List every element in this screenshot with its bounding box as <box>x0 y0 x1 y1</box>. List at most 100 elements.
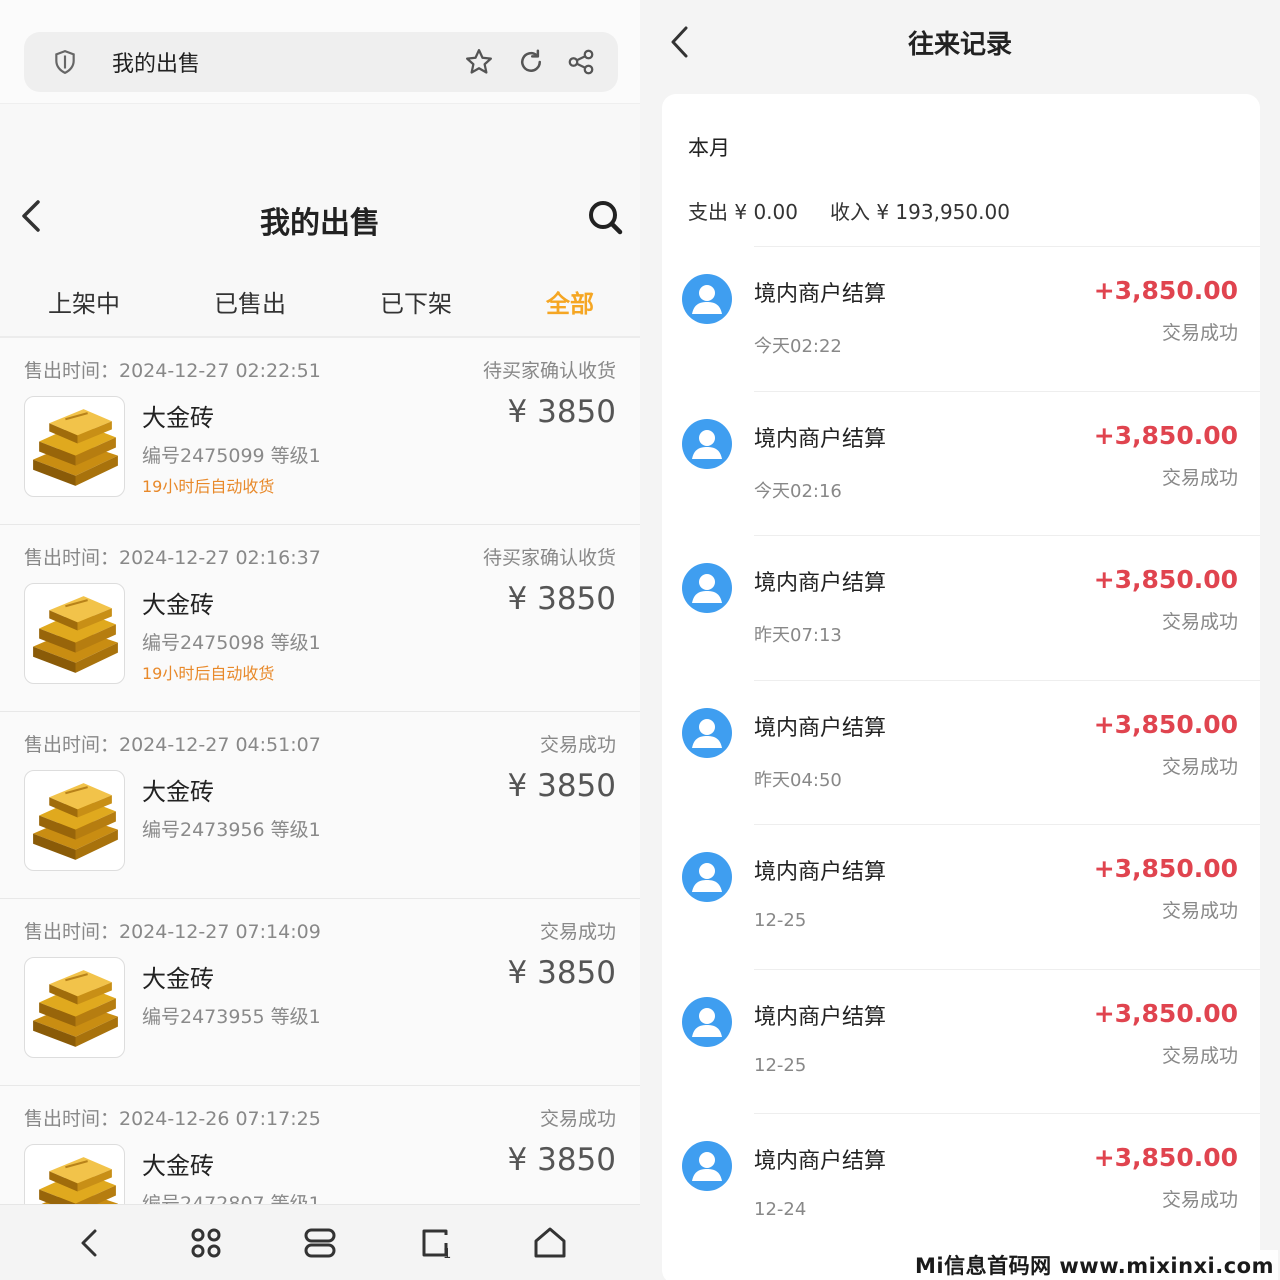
item-price: ¥ 3850 <box>507 768 616 804</box>
record-name: 境内商户结算 <box>754 715 887 741</box>
browser-bottom-nav: 1 <box>0 1204 640 1280</box>
order-status: 交易成功 <box>539 921 616 943</box>
menu-icon[interactable] <box>300 1223 340 1263</box>
sale-time: 售出时间：2024-12-27 07:14:09 <box>24 921 321 943</box>
gold-bar-thumbnail <box>24 583 125 684</box>
record-time: 昨天07:13 <box>754 625 842 646</box>
record-row[interactable]: 境内商户结算 昨天04:50 +3,850.00 交易成功 <box>662 679 1260 825</box>
svg-text:1: 1 <box>443 1247 451 1262</box>
record-row[interactable]: 境内商户结算今天02:22 +3,850.00 交易成功 <box>662 246 1260 391</box>
search-icon[interactable] <box>586 198 624 236</box>
nav-back-icon[interactable] <box>70 1223 110 1263</box>
record-amount: +3,850.00 <box>1093 565 1238 594</box>
order-list: 售出时间：2024-12-27 02:22:51 待买家确认收货 大金砖 编号2475… <box>0 338 640 1273</box>
page-title: 我的出售 <box>260 206 380 241</box>
address-bar-title: 我的出售 <box>112 52 201 77</box>
transaction-records-screen: 往来记录 本月 支出 ¥ 0.00 收入 ¥ 193,950.00 境内商户结算今… <box>640 0 1280 1280</box>
user-avatar-icon <box>682 563 732 613</box>
record-amount: +3,850.00 <box>1093 998 1238 1028</box>
record-name: 境内商户结算 <box>754 282 887 307</box>
refresh-icon[interactable] <box>516 47 546 77</box>
record-status: 交易成功 <box>1161 1189 1238 1211</box>
item-price: ¥ 3850 <box>507 1142 616 1178</box>
record-amount: +3,850.00 <box>1093 1143 1238 1172</box>
record-time: 12-25 <box>754 910 807 931</box>
user-avatar-icon <box>682 274 732 324</box>
period-label: 本月 <box>688 136 730 160</box>
tabs-icon[interactable]: 1 <box>416 1223 456 1263</box>
sale-time: 售出时间：2024-12-27 02:22:51 <box>24 360 321 382</box>
home-icon[interactable] <box>530 1223 570 1263</box>
gold-bar-thumbnail <box>24 396 125 497</box>
record-status: 交易成功 <box>1161 322 1238 344</box>
record-name: 境内商户结算 <box>754 860 887 885</box>
item-name: 大金砖 <box>142 591 214 619</box>
gold-bar-thumbnail <box>24 770 125 871</box>
record-time: 今天02:16 <box>754 480 842 502</box>
record-time: 12-24 <box>754 1199 807 1220</box>
my-sales-screen: 我的出售 我的出售 上架中 已售出 已下架 全部 售出时间：2024-12-27… <box>0 0 640 1280</box>
record-row[interactable]: 境内商户结算 12-25 +3,850.00 交易成功 <box>662 824 1260 969</box>
address-bar[interactable]: 我的出售 <box>24 32 618 92</box>
star-icon[interactable] <box>464 47 494 77</box>
user-avatar-icon <box>682 707 732 758</box>
income-total: 收入 ¥ 193,950.00 <box>829 200 1010 224</box>
auto-receive-note: 19小时后自动收货 <box>142 664 275 683</box>
order-row[interactable]: 售出时间：2024-12-27 04:51:07 交易成功 大金砖 编号2473956… <box>0 712 640 899</box>
shield-icon <box>55 50 75 75</box>
order-row[interactable]: 售出时间：2024-12-27 02:22:51 待买家确认收货 大金砖 编号2475… <box>0 338 640 525</box>
item-price: ¥ 3850 <box>507 394 616 430</box>
row-divider <box>754 535 1260 536</box>
order-status: 交易成功 <box>539 734 616 756</box>
browser-toolbar: 我的出售 <box>0 0 640 104</box>
record-amount: +3,850.00 <box>1093 420 1238 450</box>
item-name: 大金砖 <box>142 778 214 806</box>
sale-time: 售出时间：2024-12-26 07:17:25 <box>24 1108 321 1130</box>
record-status: 交易成功 <box>1161 1044 1238 1067</box>
tab-sold[interactable]: 已售出 <box>214 284 286 319</box>
row-divider <box>754 1113 1260 1114</box>
record-name: 境内商户结算 <box>754 426 887 452</box>
record-row[interactable]: 境内商户结算 12-25 +3,850.00 交易成功 <box>662 968 1260 1114</box>
item-meta: 编号2475098 等级1 <box>142 632 321 654</box>
record-row[interactable]: 境内商户结算今天02:16 +3,850.00 交易成功 <box>662 390 1260 536</box>
records-header: 往来记录 <box>640 0 1280 90</box>
record-amount: +3,850.00 <box>1093 276 1238 305</box>
sale-time: 售出时间：2024-12-27 04:51:07 <box>24 734 321 756</box>
records-card: 本月 支出 ¥ 0.00 收入 ¥ 193,950.00 境内商户结算 今天02:2… <box>662 94 1260 1280</box>
row-divider <box>754 390 1260 392</box>
gold-bar-thumbnail <box>24 957 125 1058</box>
record-amount: +3,850.00 <box>1093 854 1238 883</box>
month-summary: 支出 ¥ 0.00 收入 ¥ 193,950.00 <box>688 196 1010 225</box>
order-status: 待买家确认收货 <box>482 360 616 382</box>
sale-time: 售出时间：2024-12-27 02:16:37 <box>24 547 321 569</box>
tab-listed[interactable]: 上架中 <box>48 284 120 319</box>
record-status: 交易成功 <box>1161 755 1238 778</box>
tab-bar: 上架中 已售出 已下架 全部 <box>0 276 640 338</box>
item-meta: 编号2475099 等级1 <box>142 445 321 467</box>
apps-icon[interactable] <box>186 1223 226 1263</box>
order-row[interactable]: 售出时间：2024-12-27 02:16:37 待买家确认收货 大金砖 编号2475… <box>0 525 640 712</box>
order-row[interactable]: 售出时间：2024-12-27 07:14:09 交易成功 大金砖 编号2473955… <box>0 899 640 1086</box>
record-time: 今天02:22 <box>754 336 842 357</box>
record-name: 境内商户结算 <box>754 1004 887 1030</box>
item-name: 大金砖 <box>142 1152 214 1180</box>
record-time: 12-25 <box>754 1054 807 1076</box>
auto-receive-note: 19小时后自动收货 <box>142 477 275 496</box>
record-time: 昨天04:50 <box>754 769 842 791</box>
expense-total: 支出 ¥ 0.00 <box>688 200 798 224</box>
row-divider <box>754 968 1260 970</box>
tab-all[interactable]: 全部 <box>546 284 594 319</box>
record-name: 境内商户结算 <box>754 571 887 596</box>
tab-delisted[interactable]: 已下架 <box>380 284 452 319</box>
watermark-text: Mi信息首码网 www.mixinxi.com <box>911 1250 1278 1280</box>
user-avatar-icon <box>682 852 732 902</box>
record-status: 交易成功 <box>1161 611 1238 633</box>
share-icon[interactable] <box>566 47 596 77</box>
order-status: 交易成功 <box>539 1108 616 1130</box>
item-price: ¥ 3850 <box>507 581 616 617</box>
record-status: 交易成功 <box>1161 466 1238 489</box>
record-row[interactable]: 境内商户结算 12-24 +3,850.00 交易成功 <box>662 1113 1260 1258</box>
record-name: 境内商户结算 <box>754 1149 887 1174</box>
record-row[interactable]: 境内商户结算昨天07:13 +3,850.00 交易成功 <box>662 535 1260 680</box>
